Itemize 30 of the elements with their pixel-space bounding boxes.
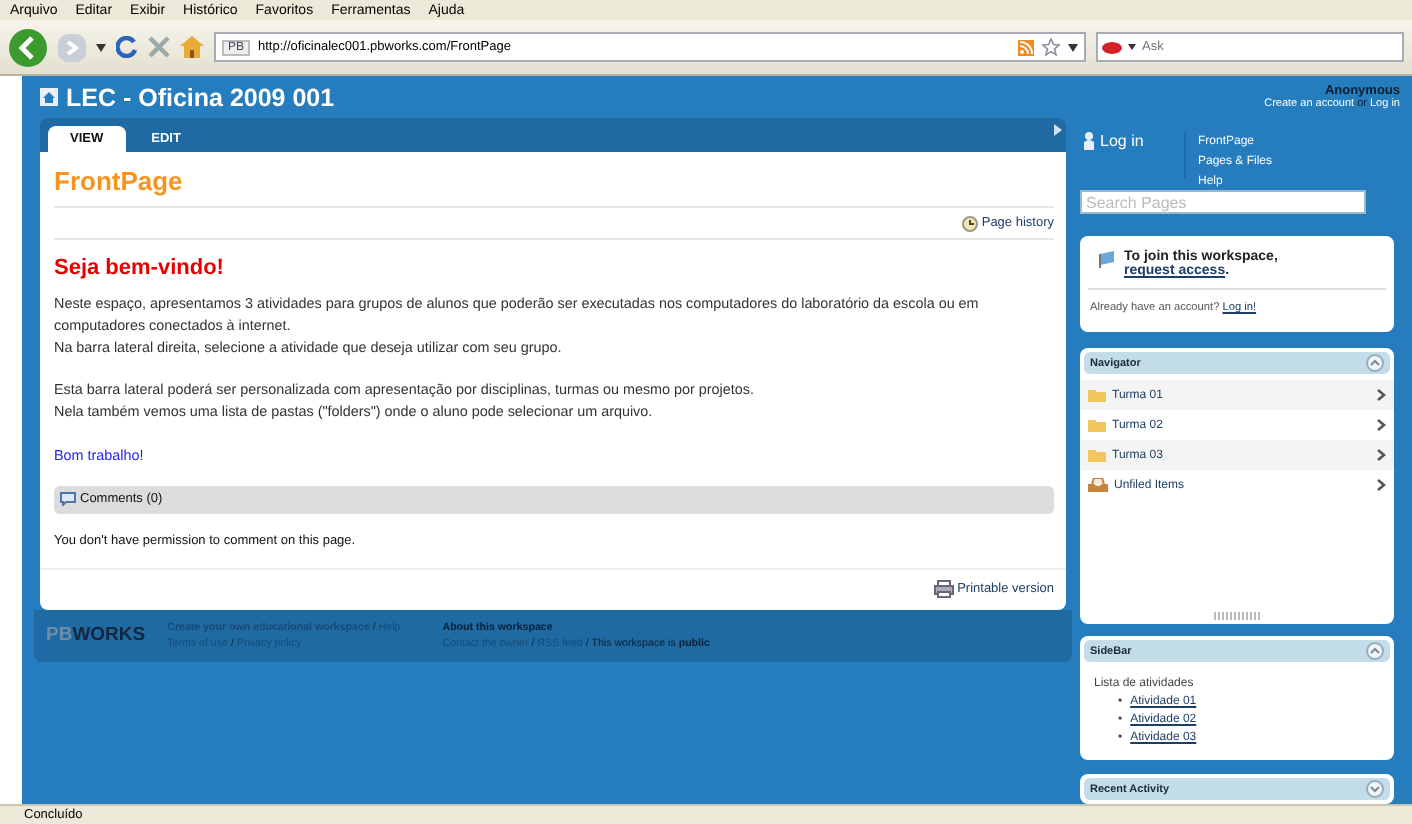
expand-icon[interactable] bbox=[1366, 780, 1384, 798]
search-field[interactable]: Search Pages bbox=[1080, 190, 1366, 214]
dropdown-icon[interactable] bbox=[1128, 44, 1136, 50]
clock-icon bbox=[961, 215, 978, 231]
tray-icon bbox=[1088, 478, 1108, 492]
rss-icon[interactable] bbox=[1018, 39, 1034, 55]
back-icon[interactable] bbox=[8, 27, 48, 67]
chevron-icon[interactable] bbox=[1376, 418, 1386, 432]
home-icon[interactable] bbox=[180, 36, 204, 58]
resize-grip[interactable] bbox=[1213, 612, 1261, 620]
chevron-icon[interactable] bbox=[1376, 448, 1386, 462]
reload-icon[interactable] bbox=[116, 36, 138, 58]
collapse-icon[interactable] bbox=[1366, 642, 1384, 660]
home-icon bbox=[40, 88, 58, 106]
flag-icon bbox=[1098, 250, 1116, 268]
collapse-icon[interactable] bbox=[1366, 354, 1384, 372]
dropdown-icon[interactable] bbox=[1068, 43, 1078, 51]
page-title: FrontPage bbox=[54, 152, 1054, 208]
chevron-icon[interactable] bbox=[1376, 478, 1386, 492]
log-in-link[interactable]: Log in bbox=[1100, 132, 1144, 150]
comment-icon bbox=[60, 492, 76, 507]
star-icon[interactable] bbox=[1042, 38, 1060, 56]
dropdown-icon[interactable] bbox=[96, 43, 106, 51]
search-engine-icon[interactable] bbox=[1102, 41, 1122, 53]
page-heading: Seja bem-vindo! bbox=[54, 256, 226, 280]
person-icon[interactable] bbox=[1084, 132, 1094, 150]
chevron-icon[interactable] bbox=[1376, 388, 1386, 402]
site-title: LEC - Oficina 2009 001 bbox=[66, 83, 335, 111]
printer-icon bbox=[933, 580, 954, 599]
arrow-icon[interactable] bbox=[1054, 124, 1062, 136]
